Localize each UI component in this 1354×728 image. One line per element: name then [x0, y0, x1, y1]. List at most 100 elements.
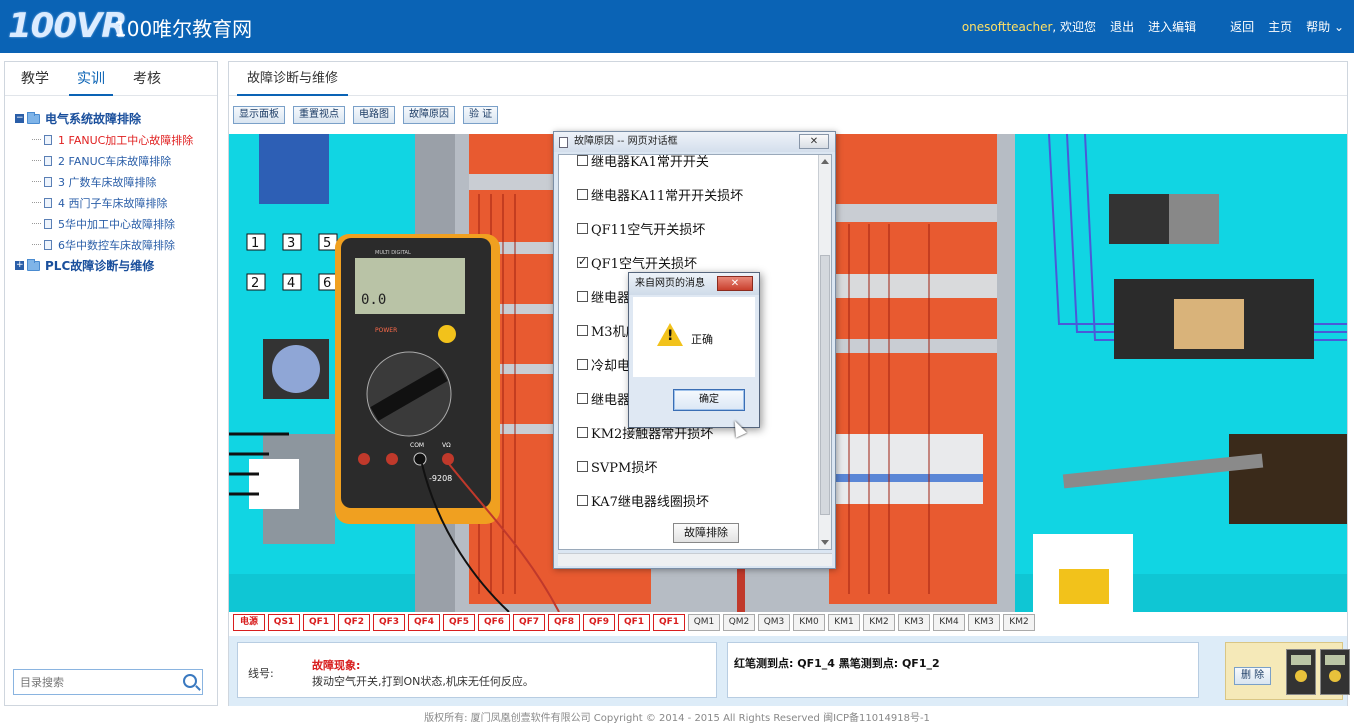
component-button[interactable]: KM3: [968, 614, 1000, 631]
fault-option-label: 继电器: [591, 291, 631, 306]
delete-button[interactable]: 删 除: [1234, 667, 1272, 685]
checkbox[interactable]: [577, 155, 588, 166]
component-button[interactable]: 电源: [233, 614, 265, 631]
multimeter-thumbnail-alt[interactable]: [1320, 649, 1350, 695]
checkbox-checked[interactable]: [577, 255, 588, 268]
checkbox[interactable]: [577, 461, 588, 472]
tree-root-plc[interactable]: + PLC故障诊断与维修: [15, 255, 217, 276]
tree-root-electrical[interactable]: − 电气系统故障排除: [15, 108, 217, 129]
site-logo[interactable]: 100VR: [8, 6, 127, 46]
dialog-scrollbar[interactable]: [818, 155, 831, 549]
fault-cause-button[interactable]: 故障原因: [403, 106, 455, 124]
component-button[interactable]: KM2: [1003, 614, 1035, 631]
tab-fault-diagnosis[interactable]: 故障诊断与维修: [237, 62, 349, 96]
breaker-row: [833, 434, 983, 504]
dialog-titlebar[interactable]: 故障原因 -- 网页对话框 ✕: [554, 132, 835, 152]
checkbox[interactable]: [577, 393, 588, 404]
alert-titlebar[interactable]: 来自网页的消息 ✕: [629, 273, 759, 295]
alert-ok-button[interactable]: 确定: [673, 389, 745, 411]
component-button[interactable]: QF1: [618, 614, 650, 631]
folder-icon: [27, 111, 40, 124]
checkbox[interactable]: [577, 427, 588, 438]
scroll-up-icon[interactable]: [821, 159, 829, 164]
component-button[interactable]: QF9: [583, 614, 615, 631]
component-button[interactable]: KM0: [793, 614, 825, 631]
scroll-thumb[interactable]: [820, 255, 830, 515]
collapse-icon[interactable]: −: [15, 114, 24, 123]
warning-icon: [657, 323, 683, 346]
checkbox[interactable]: [577, 495, 588, 506]
multimeter-thumbnail[interactable]: [1286, 649, 1316, 695]
component-button[interactable]: QF1: [303, 614, 335, 631]
component-button[interactable]: QF4: [408, 614, 440, 631]
home-link[interactable]: 主页: [1268, 18, 1292, 35]
back-link[interactable]: 返回: [1230, 18, 1254, 35]
circuit-diagram-button[interactable]: 电路图: [353, 106, 395, 124]
logout-link[interactable]: 退出: [1110, 18, 1134, 35]
fault-option[interactable]: SVPM损坏: [577, 457, 657, 476]
component-button[interactable]: KM4: [933, 614, 965, 631]
scroll-down-icon[interactable]: [821, 540, 829, 545]
fault-option[interactable]: QF1空气开关损坏: [577, 253, 697, 272]
tree-item-6[interactable]: 6华中数控车床故障排除: [15, 234, 217, 255]
component-button[interactable]: KM2: [863, 614, 895, 631]
web-message-alert: 来自网页的消息 ✕ 正确 确定: [628, 272, 760, 428]
servo-motor-body: [1169, 194, 1219, 244]
component-button[interactable]: QF8: [548, 614, 580, 631]
expand-icon[interactable]: +: [15, 261, 24, 270]
catalog-search-input[interactable]: [14, 670, 174, 694]
tab-teaching[interactable]: 教学: [11, 62, 59, 95]
fault-option[interactable]: 继电器: [577, 389, 630, 408]
tree-item-label: 1 FANUC加工中心故障排除: [58, 133, 194, 147]
fault-option[interactable]: 继电器KA11常开开关损坏: [577, 185, 743, 204]
alert-close-button[interactable]: ✕: [717, 276, 753, 291]
fault-option[interactable]: 继电器: [577, 287, 630, 306]
transformer: [1229, 434, 1347, 524]
component-button[interactable]: QM2: [723, 614, 755, 631]
checkbox[interactable]: [577, 223, 588, 234]
fault-option[interactable]: 继电器KA1常开开关: [577, 155, 709, 170]
dialog-close-button[interactable]: ✕: [799, 134, 829, 149]
tree-item-2[interactable]: 2 FANUC车床故障排除: [15, 150, 217, 171]
fault-phenomenon-title: 故障现象:: [312, 659, 361, 672]
fault-option[interactable]: KA7继电器线圈损坏: [577, 491, 709, 510]
troubleshoot-button[interactable]: 故障排除: [673, 523, 739, 543]
tree-item-1[interactable]: 1 FANUC加工中心故障排除: [15, 129, 217, 150]
component-button[interactable]: QS1: [268, 614, 300, 631]
component-button[interactable]: QF2: [338, 614, 370, 631]
help-menu[interactable]: 帮助 ⌄: [1306, 18, 1344, 35]
fault-option[interactable]: 冷却电: [577, 355, 630, 374]
checkbox[interactable]: [577, 359, 588, 370]
component-button[interactable]: QF5: [443, 614, 475, 631]
fault-option-label: 继电器KA11常开开关损坏: [591, 189, 744, 204]
multimeter[interactable]: 0.0 MULTI DIGITAL POWER COM VΩ -9208: [335, 234, 500, 524]
checkbox[interactable]: [577, 325, 588, 336]
reset-view-button[interactable]: 重置视点: [293, 106, 345, 124]
component-button[interactable]: QF7: [513, 614, 545, 631]
show-panel-button[interactable]: 显示面板: [233, 106, 285, 124]
tree-item-3[interactable]: 3 广数车床故障排除: [15, 171, 217, 192]
tab-training[interactable]: 实训: [67, 62, 115, 96]
tree-line: [32, 181, 41, 182]
fault-option[interactable]: QF11空气开关损坏: [577, 219, 705, 238]
component-button[interactable]: QM1: [688, 614, 720, 631]
component-button[interactable]: QM3: [758, 614, 790, 631]
checkbox[interactable]: [577, 291, 588, 302]
component-button[interactable]: KM3: [898, 614, 930, 631]
component-button[interactable]: QF3: [373, 614, 405, 631]
verify-button[interactable]: 验 证: [463, 106, 499, 124]
fault-option-label: QF1空气开关损坏: [591, 257, 697, 272]
component-button[interactable]: KM1: [828, 614, 860, 631]
search-icon[interactable]: [183, 674, 197, 688]
jack: [386, 453, 398, 465]
dialog-hscrollbar[interactable]: [558, 553, 832, 566]
edit-link[interactable]: 进入编辑: [1148, 18, 1196, 35]
tree-item-5[interactable]: 5华中加工中心故障排除: [15, 213, 217, 234]
jack: [413, 452, 427, 466]
component-button[interactable]: QF6: [478, 614, 510, 631]
tree-root-label: 电气系统故障排除: [45, 112, 142, 126]
component-button[interactable]: QF1: [653, 614, 685, 631]
tab-assessment[interactable]: 考核: [123, 62, 171, 95]
tree-item-4[interactable]: 4 西门子车床故障排除: [15, 192, 217, 213]
checkbox[interactable]: [577, 189, 588, 200]
